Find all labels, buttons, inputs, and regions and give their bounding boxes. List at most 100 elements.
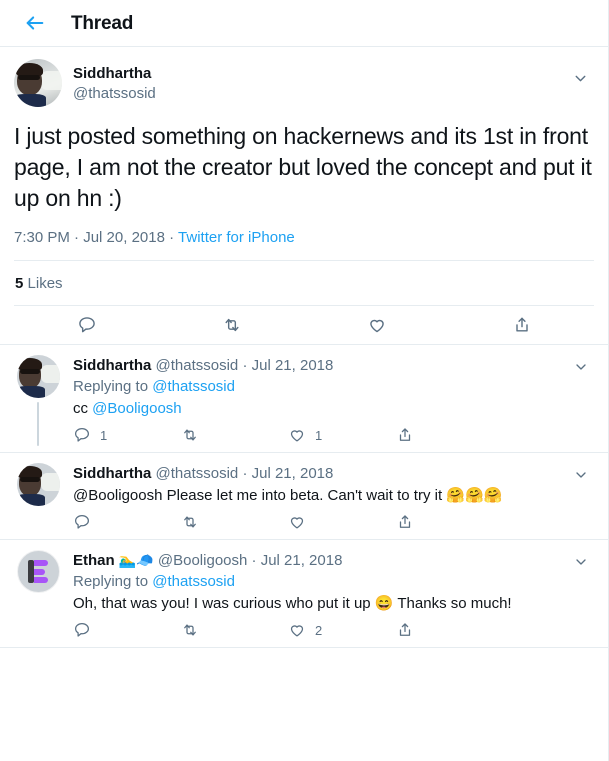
author-name[interactable]: Siddhartha [73, 64, 156, 84]
reply-button[interactable]: 1 [73, 426, 181, 444]
author-handle[interactable]: @Booligoosh [158, 552, 247, 569]
reply-body: Siddhartha @thatssosid · Jul 21, 2018 @B… [73, 463, 594, 533]
like-button[interactable] [288, 513, 396, 531]
reply-action-bar: 1 1 [73, 426, 503, 444]
reply-header: Siddhartha @thatssosid · Jul 21, 2018 [73, 355, 594, 376]
heart-icon [290, 625, 304, 637]
replying-to-label: Replying to [73, 573, 149, 590]
reply-text: @Booligoosh Please let me into beta. Can… [73, 485, 594, 506]
tweet-date: Jul 20, 2018 [83, 229, 165, 246]
reply-icon [74, 622, 90, 637]
back-button[interactable] [18, 6, 52, 40]
share-icon [399, 623, 410, 636]
reply-action-bar [73, 513, 503, 531]
chevron-down-icon [576, 364, 586, 370]
avatar-detail [40, 473, 60, 491]
header-separator: · [251, 552, 257, 569]
avatar[interactable] [16, 550, 60, 593]
reply-text-prefix: @Booligoosh Please let me into beta. Can… [73, 487, 447, 504]
retweet-button[interactable] [181, 513, 289, 531]
avatar-detail [19, 369, 40, 374]
reply-item: Siddhartha @thatssosid · Jul 21, 2018 @B… [0, 453, 608, 540]
share-icon [515, 317, 528, 332]
author-handle[interactable]: @thatssosid [73, 84, 156, 104]
tweet-menu-button[interactable] [568, 357, 594, 377]
retweet-button[interactable] [181, 426, 289, 444]
replying-to-line: Replying to @thatssosid [73, 376, 594, 397]
logo-detail [33, 568, 45, 575]
reply-date[interactable]: Jul 21, 2018 [261, 552, 343, 569]
share-button[interactable] [396, 513, 504, 531]
meta-separator: · [169, 229, 175, 246]
avatar-detail [40, 70, 62, 90]
retweet-icon [183, 429, 196, 441]
reply-item: Siddhartha @thatssosid · Jul 21, 2018 Re… [0, 345, 608, 453]
share-button[interactable] [449, 315, 594, 335]
page-header: Thread [0, 0, 608, 47]
avatar-detail [16, 385, 45, 398]
share-icon [399, 515, 410, 528]
share-button[interactable] [396, 621, 504, 639]
tweet-menu-button[interactable] [568, 465, 594, 485]
share-icon [399, 428, 410, 441]
reply-count: 1 [100, 427, 108, 443]
heart-icon [369, 319, 384, 333]
ethan-logo-icon [27, 560, 49, 583]
main-tweet-identity: Siddhartha @thatssosid [73, 59, 156, 107]
reply-date[interactable]: Jul 21, 2018 [252, 465, 334, 482]
avatar[interactable] [16, 463, 60, 506]
reply-body: Siddhartha @thatssosid · Jul 21, 2018 Re… [73, 355, 594, 446]
tweet-stats: 5 Likes [14, 260, 594, 305]
header-separator: · [242, 465, 248, 482]
chevron-down-icon [575, 75, 585, 81]
retweet-icon [224, 318, 239, 332]
author-name[interactable]: Siddhartha [73, 357, 151, 374]
reply-text: Oh, that was you! I was curious who put … [73, 595, 512, 612]
logo-detail [33, 560, 48, 566]
replying-to-handle[interactable]: @thatssosid [152, 573, 235, 590]
like-button[interactable] [304, 315, 449, 335]
replying-to-handle[interactable]: @thatssosid [152, 378, 235, 395]
reply-header: Siddhartha @thatssosid · Jul 21, 2018 [73, 463, 594, 484]
reply-avatar-column [14, 550, 62, 641]
like-button[interactable]: 2 [288, 621, 396, 639]
share-button[interactable] [396, 426, 504, 444]
avatar[interactable] [16, 355, 60, 398]
reply-avatar-column [14, 463, 62, 533]
author-name[interactable]: Siddhartha [73, 465, 151, 482]
avatar[interactable] [14, 59, 62, 107]
replying-to-label: Replying to [73, 378, 149, 395]
reply-text: cc @Booligoosh [73, 398, 594, 419]
tweet-action-bar [14, 305, 594, 344]
like-button[interactable]: 1 [288, 426, 396, 444]
reply-button[interactable] [73, 621, 181, 639]
retweet-button[interactable] [181, 621, 289, 639]
tweet-time: 7:30 PM [14, 229, 70, 246]
tweet-meta: 7:30 PM · Jul 20, 2018 · Twitter for iPh… [14, 229, 594, 260]
reply-button[interactable] [14, 315, 159, 335]
reply-button[interactable] [73, 513, 181, 531]
like-count: 2 [315, 622, 323, 638]
avatar-detail [17, 74, 40, 81]
retweet-button[interactable] [159, 315, 304, 335]
thread-page: Thread Siddhartha @thatssosid I just pos… [0, 0, 609, 761]
reply-text-prefix: cc [73, 400, 93, 417]
likes-label[interactable]: Likes [28, 275, 63, 292]
author-handle[interactable]: @thatssosid [156, 465, 239, 482]
reply-text-mention[interactable]: @Booligoosh [92, 400, 181, 417]
reply-action-bar: 2 [73, 621, 503, 639]
reply-date[interactable]: Jul 21, 2018 [252, 357, 334, 374]
avatar-detail [16, 493, 45, 506]
avatar-detail [14, 93, 46, 107]
tweet-menu-button[interactable] [568, 552, 594, 572]
reply-text-emoji: 🤗🤗🤗 [446, 487, 503, 504]
author-name[interactable]: Ethan [73, 552, 115, 569]
tweet-menu-button[interactable] [566, 67, 594, 89]
likes-count[interactable]: 5 [15, 275, 23, 292]
thread-connector-line [37, 402, 39, 446]
author-handle[interactable]: @thatssosid [156, 357, 239, 374]
tweet-text: I just posted something on hackernews an… [14, 123, 592, 211]
tweet-source[interactable]: Twitter for iPhone [178, 229, 295, 246]
header-separator: · [242, 357, 248, 374]
chevron-down-icon [576, 472, 586, 478]
